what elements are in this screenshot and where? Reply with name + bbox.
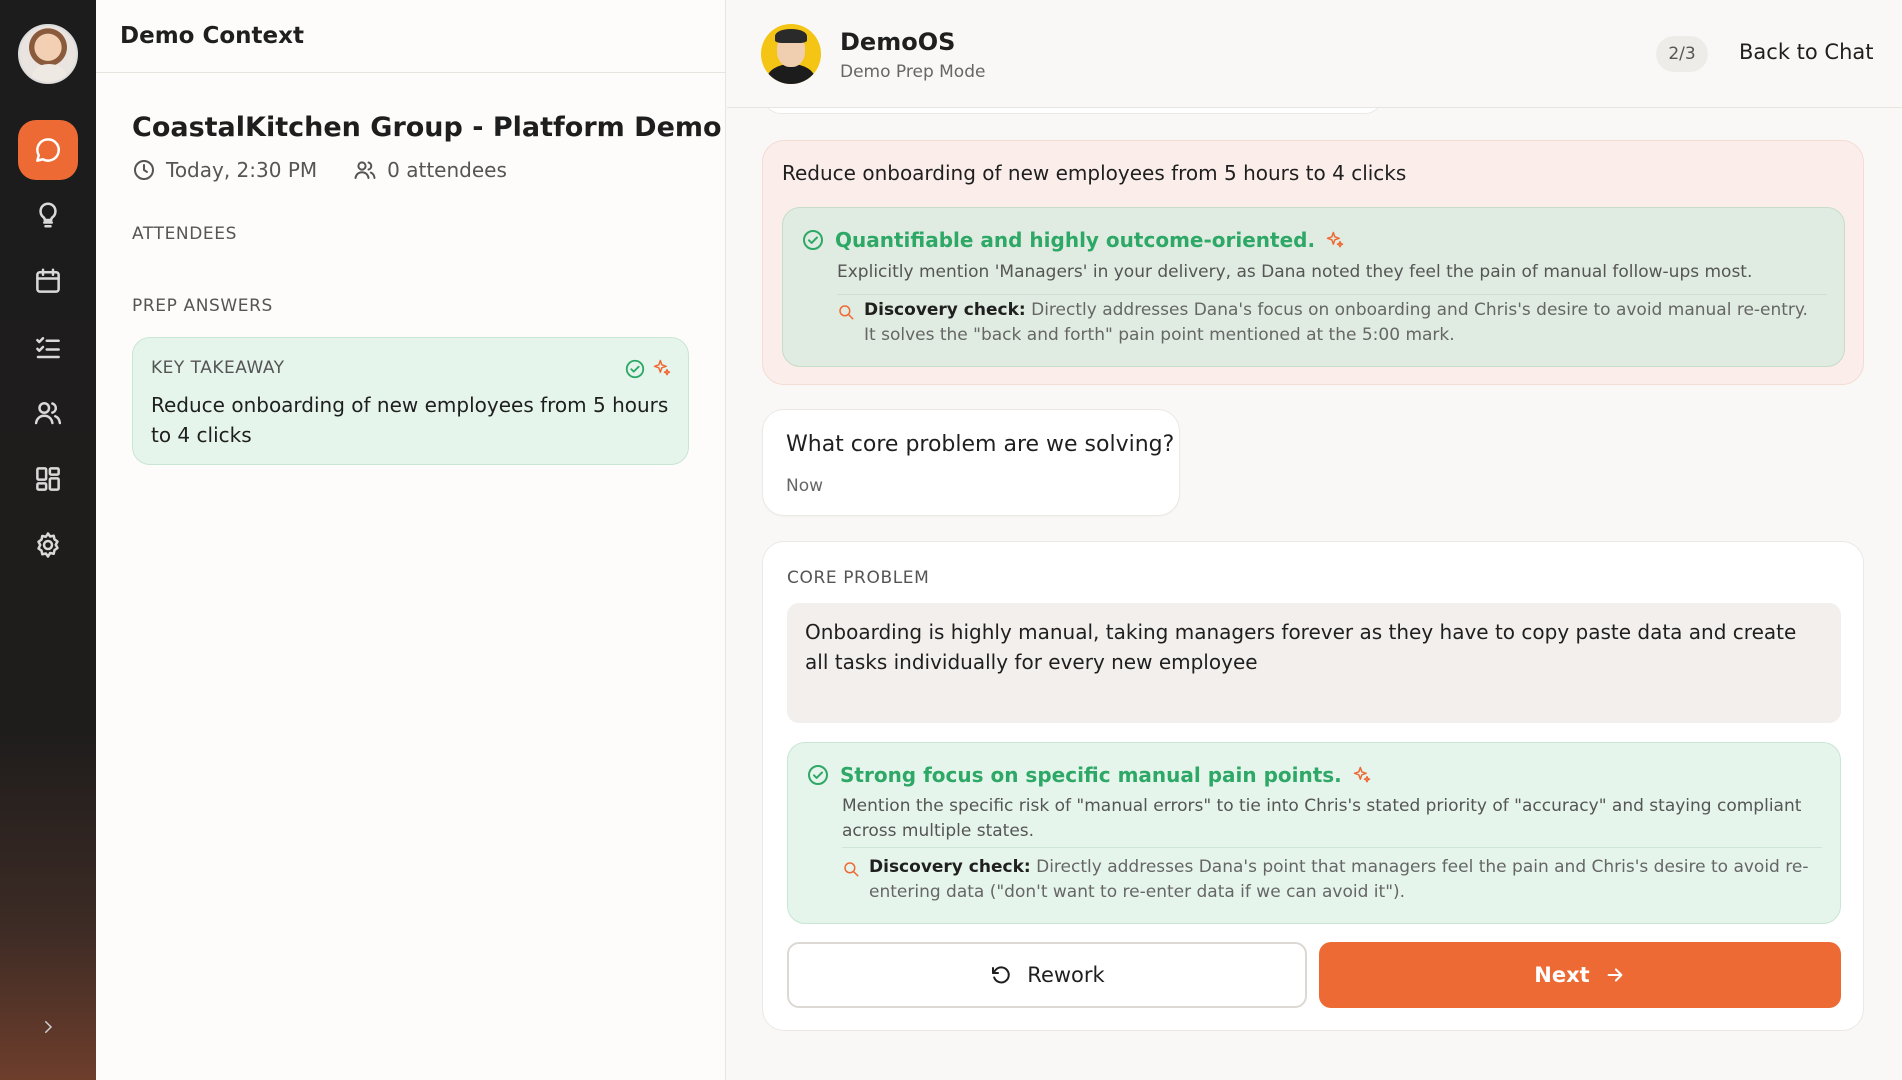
calendar-icon (36, 268, 60, 293)
attendee-count: 0 attendees (387, 158, 507, 182)
core-problem-label: CORE PROBLEM (787, 568, 930, 588)
rotate-ccw-icon (992, 966, 1011, 984)
user-avatar[interactable] (18, 24, 78, 84)
context-header-title: Demo Context (120, 23, 304, 49)
chat-area: DemoOS Demo Prep Mode 2/3 Back to Chat R… (727, 0, 1902, 1080)
demo-context-panel: Demo Context CoastalKitchen Group - Plat… (96, 0, 726, 1080)
core-problem-answer[interactable]: Onboarding is highly manual, taking mana… (787, 603, 1841, 723)
nav-ideas-button[interactable] (18, 185, 78, 245)
nav-people-button[interactable] (18, 383, 78, 443)
users-icon (354, 161, 376, 179)
meeting-time: Today, 2:30 PM (166, 158, 318, 182)
chat-header: DemoOS Demo Prep Mode 2/3 Back to Chat (727, 0, 1902, 108)
discovery-check: Discovery check: Directly addresses Dana… (864, 298, 1824, 348)
meeting-title: CoastalKitchen Group - Platform Demo (132, 112, 722, 143)
nav-dashboard-button[interactable] (18, 449, 78, 509)
arrow-right-icon (1607, 968, 1623, 982)
answer-feedback-panel: Quantifiable and highly outcome-oriented… (782, 207, 1845, 367)
core-problem-card: CORE PROBLEM Onboarding is highly manual… (762, 541, 1864, 1031)
answer-card: Reduce onboarding of new employees from … (762, 140, 1864, 385)
back-to-chat-link[interactable]: Back to Chat (1739, 40, 1874, 64)
key-takeaway-label: KEY TAKEAWAY (151, 358, 285, 378)
discovery-check: Discovery check: Directly addresses Dana… (869, 855, 1819, 905)
sparkle-icon (1326, 231, 1344, 248)
clock-icon (134, 160, 154, 180)
feedback-body: Explicitly mention 'Managers' in your de… (837, 262, 1753, 282)
sparkle-icon (653, 359, 671, 376)
feedback-title: Quantifiable and highly outcome-oriented… (835, 228, 1316, 252)
prep-answers-section-label: PREP ANSWERS (132, 296, 273, 316)
check-circle-icon (803, 230, 823, 250)
check-circle-icon (808, 765, 828, 785)
next-button[interactable]: Next (1319, 942, 1841, 1008)
bot-name: DemoOS (840, 28, 956, 56)
meeting-meta: Today, 2:30 PM 0 attendees (132, 158, 507, 182)
lightbulb-icon (39, 202, 57, 228)
answer-text: Reduce onboarding of new employees from … (782, 161, 1407, 185)
nav-settings-button[interactable] (18, 515, 78, 575)
key-takeaway-card[interactable]: KEY TAKEAWAY Reduce onboarding of new em… (132, 337, 689, 465)
feedback-body: Mention the specific risk of "manual err… (842, 796, 1802, 841)
key-takeaway-text: Reduce onboarding of new employees from … (151, 393, 669, 447)
nav-calendar-button[interactable] (18, 251, 78, 311)
discovery-label: Discovery check: (864, 300, 1026, 320)
attendees-section-label: ATTENDEES (132, 224, 238, 244)
search-icon (839, 305, 854, 320)
check-circle-icon (625, 359, 645, 379)
context-header: Demo Context (96, 0, 725, 73)
question-timestamp: Now (786, 476, 824, 496)
grid-icon (36, 467, 60, 491)
next-label: Next (1534, 963, 1590, 987)
question-text: What core problem are we solving? (786, 432, 1175, 457)
nav-rail (0, 0, 96, 1080)
nav-tasks-button[interactable] (18, 317, 78, 377)
feedback-title: Strong focus on specific manual pain poi… (840, 763, 1342, 787)
rework-button[interactable]: Rework (787, 942, 1307, 1008)
users-icon (34, 401, 62, 425)
feedback-title-row: Strong focus on specific manual pain poi… (806, 763, 1372, 787)
rework-label: Rework (1027, 963, 1105, 987)
discovery-label: Discovery check: (869, 857, 1031, 877)
nav-chat-button[interactable] (18, 120, 78, 180)
bot-avatar (761, 24, 821, 84)
chevron-right-icon (45, 1021, 53, 1033)
search-icon (844, 862, 859, 877)
question-bubble: What core problem are we solving? Now (762, 409, 1180, 516)
chat-icon (36, 138, 60, 162)
progress-badge: 2/3 (1656, 36, 1708, 72)
gear-icon (37, 532, 59, 558)
core-feedback-panel: Strong focus on specific manual pain poi… (787, 742, 1841, 924)
feedback-title-row: Quantifiable and highly outcome-oriented… (801, 228, 1345, 252)
bot-mode: Demo Prep Mode (840, 62, 986, 82)
expand-sidebar-button[interactable] (33, 1012, 63, 1042)
checklist-icon (36, 337, 60, 359)
sparkle-icon (1353, 766, 1371, 783)
